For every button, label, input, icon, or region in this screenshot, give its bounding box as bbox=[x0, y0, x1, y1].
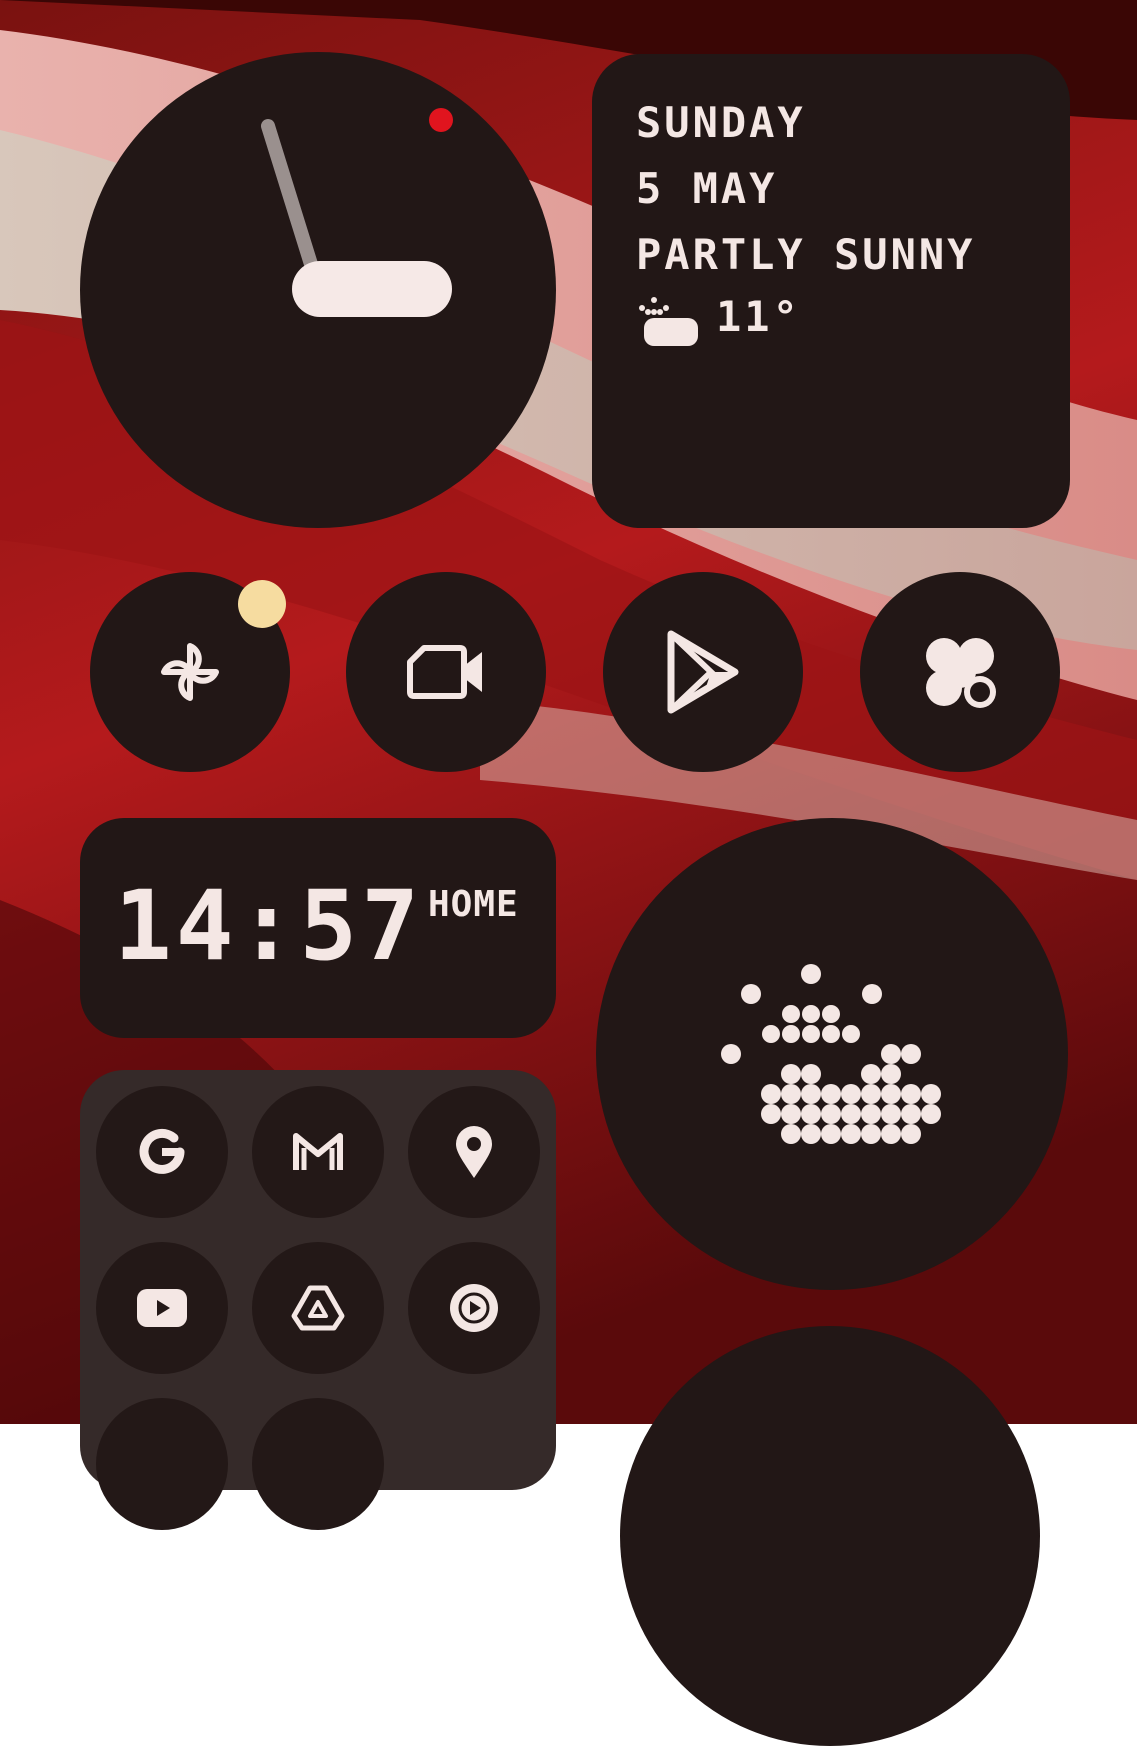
bottom-widget[interactable] bbox=[620, 1326, 1040, 1746]
clock-hands bbox=[261, 108, 453, 317]
second-dot bbox=[429, 108, 453, 132]
pinwheel-icon bbox=[161, 643, 219, 701]
notification-badge bbox=[238, 580, 286, 628]
meet-app[interactable] bbox=[346, 572, 546, 772]
timezone-label: HOME bbox=[428, 884, 519, 925]
temperature-label: 11° bbox=[716, 292, 801, 341]
app-folder-widget bbox=[80, 1070, 556, 1530]
youtube-icon bbox=[137, 1289, 187, 1327]
drive-app[interactable] bbox=[252, 1242, 384, 1374]
date-weather-widget[interactable]: SUNDAY 5 MAY PARTLY SUNNY 11° bbox=[592, 54, 1070, 528]
weather-widget[interactable] bbox=[596, 818, 1068, 1290]
maps-app[interactable] bbox=[408, 1086, 540, 1218]
video-camera-icon bbox=[407, 645, 482, 699]
day-label: SUNDAY bbox=[636, 98, 806, 147]
digital-time: 14:57 bbox=[114, 870, 423, 982]
gmail-app[interactable] bbox=[252, 1086, 384, 1218]
gmail-icon bbox=[293, 1133, 343, 1170]
digital-clock-widget[interactable]: 14:57 HOME bbox=[80, 818, 556, 1038]
play-store-app[interactable] bbox=[603, 572, 803, 772]
app-slot-7[interactable] bbox=[96, 1398, 228, 1530]
hour-hand bbox=[292, 261, 452, 317]
partly-sunny-icon bbox=[639, 297, 698, 346]
youtube-music-icon bbox=[450, 1284, 498, 1332]
date-label: 5 MAY bbox=[636, 164, 778, 213]
google-icon bbox=[139, 1128, 185, 1174]
nothing-x-app[interactable] bbox=[860, 572, 1060, 772]
location-pin-icon bbox=[456, 1126, 492, 1178]
drive-icon bbox=[291, 1285, 345, 1331]
condition-label: PARTLY SUNNY bbox=[636, 230, 976, 279]
play-store-icon bbox=[667, 630, 739, 714]
partly-sunny-large-icon bbox=[721, 964, 941, 1144]
app-slot-8[interactable] bbox=[252, 1398, 384, 1530]
nothing-x-icon bbox=[926, 638, 996, 708]
google-app[interactable] bbox=[96, 1086, 228, 1218]
youtube-app[interactable] bbox=[96, 1242, 228, 1374]
youtube-music-app[interactable] bbox=[408, 1242, 540, 1374]
analog-clock-widget[interactable] bbox=[80, 52, 556, 528]
